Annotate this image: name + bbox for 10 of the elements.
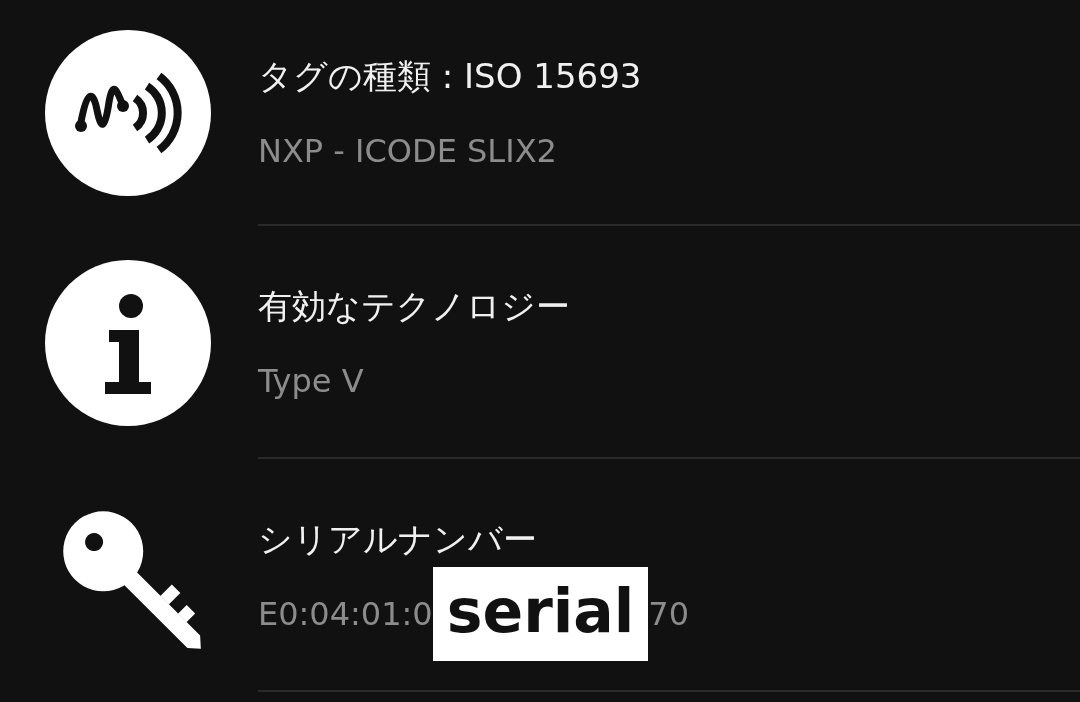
row-title: シリアルナンバー xyxy=(258,517,538,561)
row-value: NXP - ICODE SLIX2 xyxy=(258,132,557,170)
row-value: Type V xyxy=(258,361,364,400)
nfc-wave-icon xyxy=(45,30,211,196)
info-icon xyxy=(45,259,211,426)
redaction-label: serial xyxy=(432,566,649,661)
row-value: E0:04:01:0 xyxy=(258,594,433,633)
row-value: 70 xyxy=(648,594,690,633)
row-title: タグの種類 : ISO 15693 xyxy=(258,55,643,98)
row-title: 有効なテクノロジー xyxy=(258,284,571,328)
